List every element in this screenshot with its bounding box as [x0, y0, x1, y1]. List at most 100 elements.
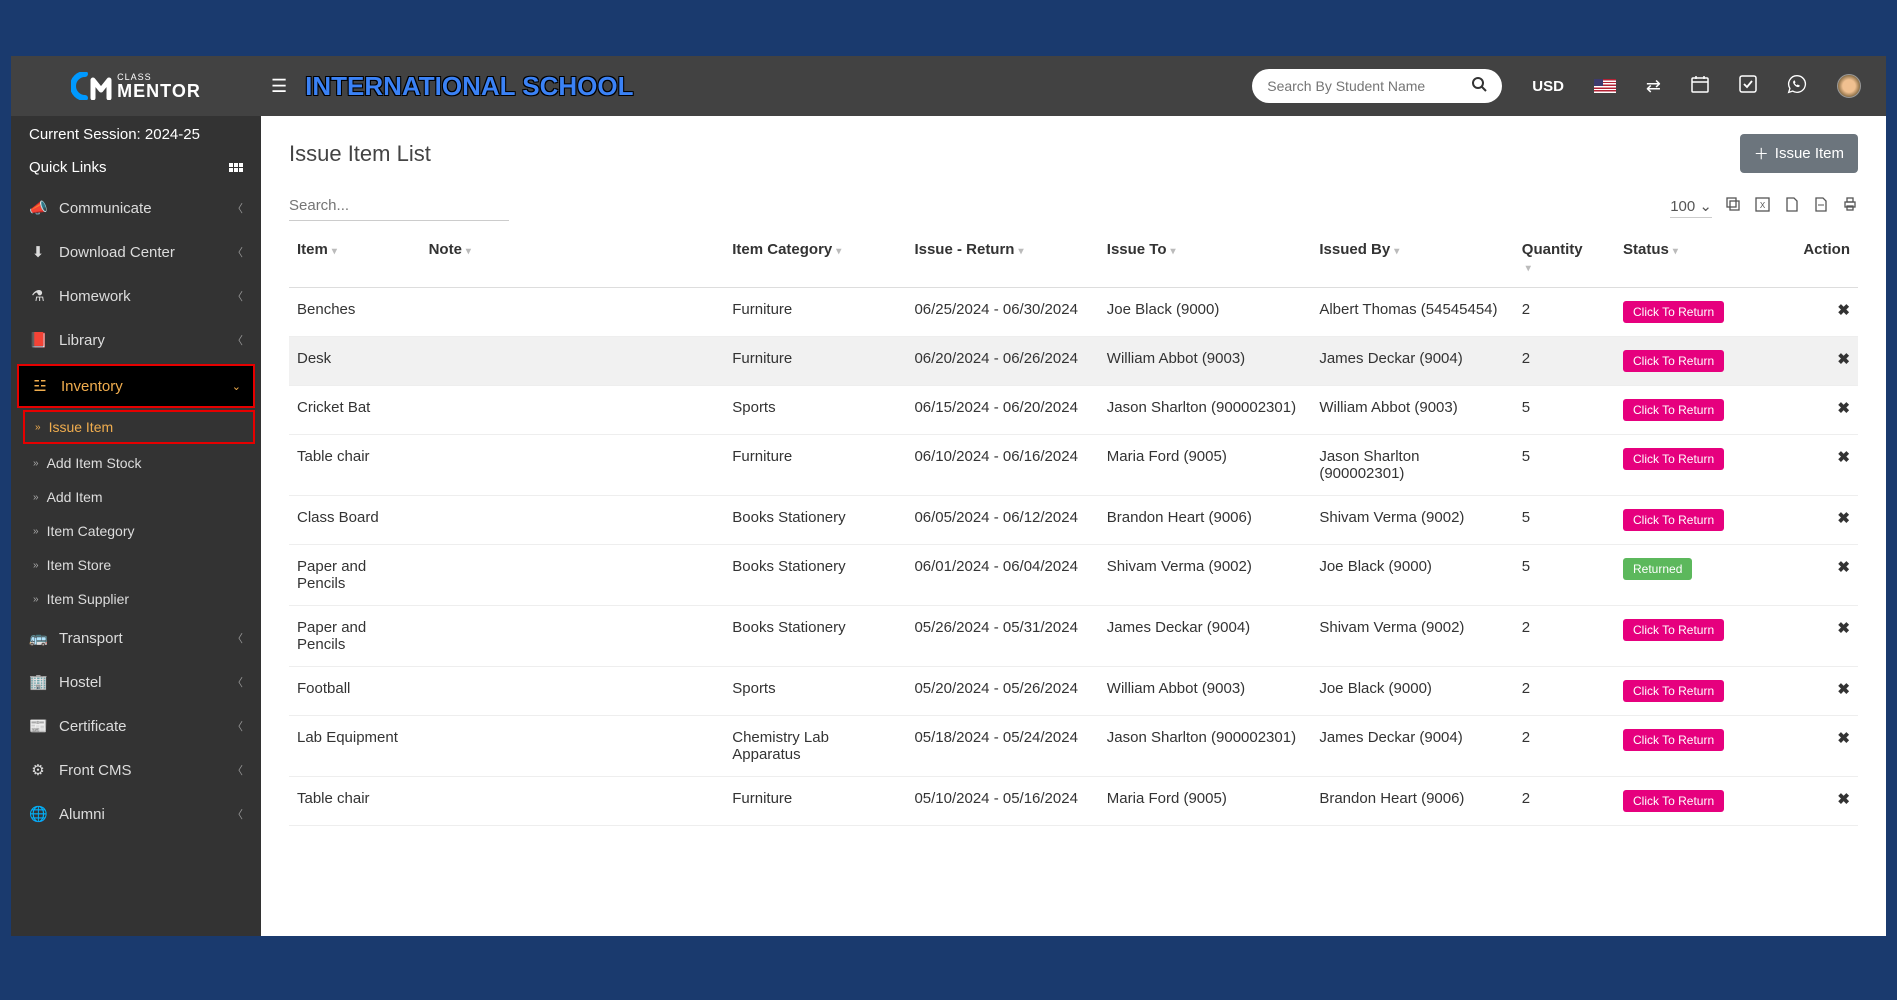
building-icon: 🏢	[29, 673, 47, 691]
avatar[interactable]	[1837, 74, 1861, 98]
sidebar-sub-add-item-stock[interactable]: » Add Item Stock	[11, 446, 261, 480]
logo[interactable]: CLASSMENTOR	[11, 56, 261, 116]
sidebar-item-alumni[interactable]: 🌐 Alumni 〈	[11, 792, 261, 836]
click-to-return-button[interactable]: Click To Return	[1623, 448, 1724, 470]
cell-item: Football	[289, 667, 421, 716]
delete-icon[interactable]: ✖	[1837, 400, 1850, 417]
cell-action: ✖	[1777, 288, 1858, 337]
sidebar-sub-label: Issue Item	[49, 419, 114, 435]
th-note[interactable]: Note▾	[421, 229, 725, 288]
th-item[interactable]: Item▾	[289, 229, 421, 288]
click-to-return-button[interactable]: Click To Return	[1623, 680, 1724, 702]
cell-item: Paper and Pencils	[289, 545, 421, 606]
sidebar-item-homework[interactable]: ⚗ Homework 〈	[11, 274, 261, 318]
page-size-select[interactable]: 100 ⌄	[1670, 195, 1712, 218]
cell-category: Furniture	[724, 777, 906, 826]
student-search-input[interactable]	[1267, 78, 1471, 94]
session-label: Current Session: 2024-25	[11, 116, 261, 153]
chevron-left-icon: 〈	[232, 332, 243, 348]
table-row: Class BoardBooks Stationery06/05/2024 - …	[289, 496, 1858, 545]
csv-icon[interactable]	[1784, 197, 1799, 216]
sidebar-item-download-center[interactable]: ⬇ Download Center 〈	[11, 230, 261, 274]
double-chevron-icon: »	[33, 560, 39, 571]
click-to-return-button[interactable]: Click To Return	[1623, 301, 1724, 323]
sidebar-sub-item-store[interactable]: » Item Store	[11, 548, 261, 582]
table-search-input[interactable]	[289, 191, 509, 221]
pdf-icon[interactable]	[1813, 197, 1828, 216]
cell-quantity: 5	[1514, 386, 1615, 435]
task-check-icon[interactable]	[1739, 75, 1757, 98]
delete-icon[interactable]: ✖	[1837, 351, 1850, 368]
cell-note	[421, 667, 725, 716]
delete-icon[interactable]: ✖	[1837, 302, 1850, 319]
th-status[interactable]: Status▾	[1615, 229, 1777, 288]
sidebar-item-library[interactable]: 📕 Library 〈	[11, 318, 261, 362]
copy-icon[interactable]	[1726, 197, 1741, 216]
sidebar-item-certificate[interactable]: 📰 Certificate 〈	[11, 704, 261, 748]
click-to-return-button[interactable]: Click To Return	[1623, 509, 1724, 531]
quick-links[interactable]: Quick Links	[11, 153, 261, 186]
th-quantity[interactable]: Quantity▾	[1514, 229, 1615, 288]
delete-icon[interactable]: ✖	[1837, 449, 1850, 466]
flag-us-icon[interactable]	[1594, 79, 1616, 93]
delete-icon[interactable]: ✖	[1837, 559, 1850, 576]
th-issued-by[interactable]: Issued By▾	[1311, 229, 1513, 288]
student-search[interactable]	[1252, 69, 1502, 103]
issue-item-button[interactable]: ＋ Issue Item	[1740, 134, 1858, 173]
sidebar-item-transport[interactable]: 🚌 Transport 〈	[11, 616, 261, 660]
th-issue-to[interactable]: Issue To▾	[1099, 229, 1312, 288]
swap-icon[interactable]: ⇄	[1646, 76, 1661, 97]
cell-action: ✖	[1777, 386, 1858, 435]
cell-date: 06/20/2024 - 06/26/2024	[906, 337, 1098, 386]
sidebar-sub-issue-item[interactable]: » Issue Item	[23, 410, 255, 444]
gear-icon: ⚙	[29, 761, 47, 779]
inventory-icon: ☳	[31, 377, 49, 395]
sidebar-sub-label: Add Item	[47, 489, 103, 505]
click-to-return-button[interactable]: Click To Return	[1623, 619, 1724, 641]
th-issue-return[interactable]: Issue - Return▾	[906, 229, 1098, 288]
sort-icon: ▾	[1171, 246, 1176, 257]
click-to-return-button[interactable]: Click To Return	[1623, 350, 1724, 372]
whatsapp-icon[interactable]	[1787, 74, 1807, 99]
sidebar-item-inventory[interactable]: ☳ Inventory ⌄	[17, 364, 255, 408]
cell-issue-to: James Deckar (9004)	[1099, 606, 1312, 667]
click-to-return-button[interactable]: Click To Return	[1623, 399, 1724, 421]
excel-icon[interactable]: X	[1755, 197, 1770, 216]
calendar-icon[interactable]	[1691, 75, 1709, 98]
currency-label[interactable]: USD	[1532, 78, 1564, 95]
sidebar-sub-item-category[interactable]: » Item Category	[11, 514, 261, 548]
delete-icon[interactable]: ✖	[1837, 791, 1850, 808]
click-to-return-button[interactable]: Click To Return	[1623, 729, 1724, 751]
delete-icon[interactable]: ✖	[1837, 620, 1850, 637]
cell-quantity: 2	[1514, 606, 1615, 667]
sidebar-item-hostel[interactable]: 🏢 Hostel 〈	[11, 660, 261, 704]
sidebar-item-front-cms[interactable]: ⚙ Front CMS 〈	[11, 748, 261, 792]
cell-issue-to: Joe Black (9000)	[1099, 288, 1312, 337]
print-icon[interactable]	[1842, 196, 1858, 216]
sidebar-sub-item-supplier[interactable]: » Item Supplier	[11, 582, 261, 616]
cell-issue-to: Brandon Heart (9006)	[1099, 496, 1312, 545]
cell-category: Furniture	[724, 435, 906, 496]
sidebar-item-communicate[interactable]: 📣 Communicate 〈	[11, 186, 261, 230]
delete-icon[interactable]: ✖	[1837, 681, 1850, 698]
click-to-return-button[interactable]: Click To Return	[1623, 790, 1724, 812]
sort-icon: ▾	[466, 246, 471, 257]
svg-text:X: X	[1760, 201, 1766, 210]
table-row: Cricket BatSports06/15/2024 - 06/20/2024…	[289, 386, 1858, 435]
delete-icon[interactable]: ✖	[1837, 730, 1850, 747]
cell-item: Class Board	[289, 496, 421, 545]
hamburger-icon[interactable]: ☰	[261, 76, 297, 97]
table-row: Table chairFurniture05/10/2024 - 05/16/2…	[289, 777, 1858, 826]
book-icon: 📕	[29, 331, 47, 349]
cell-issued-by: William Abbot (9003)	[1311, 386, 1513, 435]
chevron-down-icon: ⌄	[232, 380, 241, 393]
search-icon[interactable]	[1471, 76, 1487, 97]
cell-date: 06/10/2024 - 06/16/2024	[906, 435, 1098, 496]
sidebar-sub-add-item[interactable]: » Add Item	[11, 480, 261, 514]
th-category[interactable]: Item Category▾	[724, 229, 906, 288]
chevron-left-icon: 〈	[232, 288, 243, 304]
cell-item: Benches	[289, 288, 421, 337]
returned-badge: Returned	[1623, 558, 1692, 580]
delete-icon[interactable]: ✖	[1837, 510, 1850, 527]
sidebar-sub-label: Item Store	[47, 557, 112, 573]
